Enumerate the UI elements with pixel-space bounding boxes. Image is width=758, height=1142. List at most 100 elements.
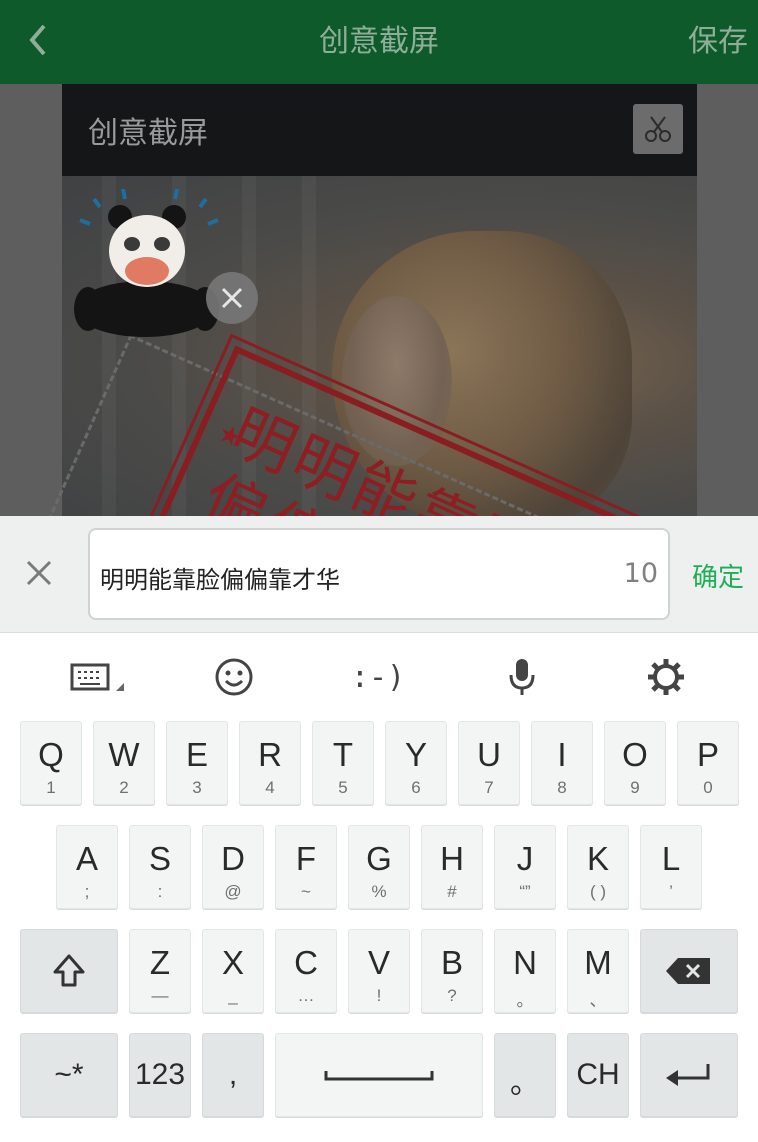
editor-canvas: 创意截屏 ★ 明明能靠脸 [0, 84, 758, 516]
backspace-icon [666, 958, 710, 984]
key-sublabel: ’ [669, 882, 673, 901]
key-sublabel: ? [447, 986, 457, 1005]
key-label: X [221, 944, 244, 981]
panda-sticker[interactable] [70, 188, 220, 343]
key-sublabel: … [297, 986, 315, 1005]
key-label: E [185, 736, 208, 773]
stamp-text-field[interactable]: 明明能靠脸偏偏靠才华 10 [88, 528, 670, 620]
key-label: ~* [54, 1058, 84, 1091]
key-label: 123 [134, 1058, 186, 1091]
key-sublabel: % [371, 882, 387, 901]
key-j[interactable]: J “” [494, 825, 556, 909]
symbols-key[interactable]: ~* [20, 1033, 118, 1117]
key-v[interactable]: V! [348, 929, 410, 1013]
key-w[interactable]: W2 [93, 721, 155, 805]
key-a[interactable]: A; [56, 825, 118, 909]
preview-header: 创意截屏 [62, 84, 697, 176]
enter-key[interactable] [640, 1033, 738, 1117]
key-i[interactable]: I8 [531, 721, 593, 805]
top-app-bar: 创意截屏 保存 [0, 0, 758, 84]
key-y[interactable]: Y6 [385, 721, 447, 805]
backspace-key[interactable] [640, 929, 738, 1013]
key-q[interactable]: Q1 [20, 721, 82, 805]
key-l[interactable]: L’ [640, 825, 702, 909]
space-key[interactable] [275, 1033, 483, 1117]
key-sublabel: 。 [516, 991, 534, 1010]
language-key[interactable]: CH [567, 1033, 629, 1117]
numbers-key[interactable]: 123 [129, 1033, 191, 1117]
key-label: Y [404, 736, 427, 773]
key-sublabel: 4 [265, 778, 275, 797]
key-sublabel: 8 [557, 778, 567, 797]
key-g[interactable]: G% [348, 825, 410, 909]
text-input-bar: 明明能靠脸偏偏靠才华 10 确定 [0, 516, 758, 633]
emoticon-label: :-) [350, 659, 406, 695]
key-x[interactable]: X _ [202, 929, 264, 1013]
key-o[interactable]: O9 [604, 721, 666, 805]
shift-key[interactable] [20, 929, 118, 1013]
voice-input-button[interactable] [492, 655, 552, 699]
key-e[interactable]: E3 [166, 721, 228, 805]
key-label: V [367, 944, 390, 981]
key-sublabel: # [447, 882, 457, 901]
key-label: L [661, 840, 681, 877]
soft-keyboard: :-) Q1 W2 E3 R4 T5 Y 6 U 7 I 8 O 9 P 0 A… [0, 633, 758, 1142]
microphone-icon [509, 659, 535, 695]
keyboard-settings-button[interactable] [636, 655, 696, 699]
key-label: J [516, 840, 534, 877]
keyboard-switch-button[interactable] [66, 655, 126, 699]
key-label: A [75, 840, 98, 877]
key-label: S [148, 840, 171, 877]
key-z[interactable]: Z — [129, 929, 191, 1013]
key-label: H [440, 840, 464, 877]
key-p[interactable]: P0 [677, 721, 739, 805]
key-label: N [513, 944, 537, 981]
key-label: R [258, 736, 282, 773]
key-sublabel: — [151, 986, 169, 1005]
key-c[interactable]: C… [275, 929, 337, 1013]
key-n[interactable]: N。 [494, 929, 556, 1013]
space-bar-icon [324, 1071, 434, 1081]
preview-title: 创意截屏 [88, 116, 208, 151]
sticker-delete-button[interactable] [206, 272, 258, 324]
key-d[interactable]: D @ [202, 825, 264, 909]
cancel-input-button[interactable] [22, 556, 56, 590]
key-label: G [366, 840, 392, 877]
key-t[interactable]: T5 [312, 721, 374, 805]
emoticon-button[interactable]: :-) [348, 655, 408, 699]
keyboard-icon [70, 663, 124, 691]
key-r[interactable]: R4 [239, 721, 301, 805]
period-key[interactable]: 。 [494, 1033, 556, 1117]
key-label: , [228, 1058, 238, 1091]
key-label: O [622, 736, 648, 773]
key-sublabel: 0 [703, 778, 713, 797]
key-sublabel: ! [376, 986, 382, 1005]
key-label: P [696, 736, 719, 773]
key-label: D [221, 840, 245, 877]
key-m[interactable]: M、 [567, 929, 629, 1013]
key-f[interactable]: F ~ [275, 825, 337, 909]
scissors-icon [645, 116, 671, 142]
key-label: CH [576, 1058, 620, 1091]
key-u[interactable]: U7 [458, 721, 520, 805]
key-label: M [584, 944, 612, 981]
crop-button[interactable] [633, 104, 683, 154]
key-k[interactable]: K ( ) [567, 825, 629, 909]
stamp-text-value: 明明能靠脸偏偏靠才华 [100, 566, 340, 594]
confirm-button[interactable]: 确定 [692, 557, 744, 594]
key-label: K [586, 840, 609, 877]
key-sublabel: 9 [630, 778, 640, 797]
key-sublabel: ~ [301, 882, 311, 901]
comma-key[interactable]: , [202, 1033, 264, 1117]
page-title: 创意截屏 [319, 24, 439, 59]
key-sublabel: 6 [411, 778, 421, 797]
key-label: F [295, 840, 317, 877]
key-h[interactable]: H # [421, 825, 483, 909]
key-b[interactable]: B? [421, 929, 483, 1013]
key-label: 。 [510, 1067, 540, 1100]
key-s[interactable]: S: [129, 825, 191, 909]
key-sublabel: 7 [484, 778, 494, 797]
emoji-button[interactable] [204, 655, 264, 699]
close-icon [221, 287, 243, 309]
save-button[interactable]: 保存 [688, 16, 748, 60]
